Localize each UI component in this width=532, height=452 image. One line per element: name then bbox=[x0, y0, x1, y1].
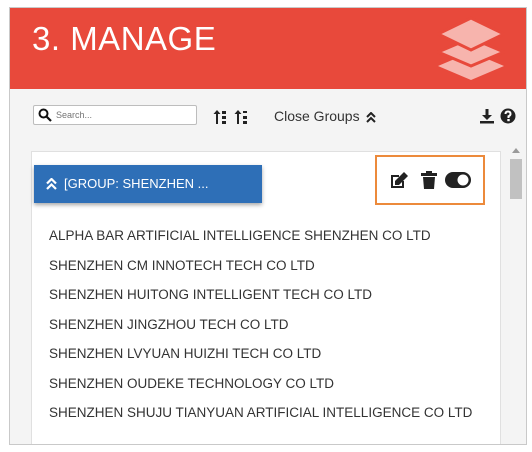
layers-icon bbox=[436, 16, 506, 80]
list-item[interactable]: SHENZHEN OUDEKE TECHNOLOGY CO LTD bbox=[49, 376, 489, 392]
toggle-icon[interactable] bbox=[445, 171, 471, 189]
scrollbar[interactable] bbox=[506, 143, 526, 444]
search-input[interactable] bbox=[56, 107, 191, 123]
group-content: [GROUP: SHENZHEN ... ALPHA BAR ARTIFICIA… bbox=[31, 151, 501, 444]
group-label: [GROUP: SHENZHEN ... bbox=[64, 176, 209, 191]
company-list: ALPHA BAR ARTIFICIAL INTELLIGENCE SHENZH… bbox=[49, 228, 489, 435]
list-item[interactable]: SHENZHEN LVYUAN HUIZHI TECH CO LTD bbox=[49, 346, 489, 362]
panel-title: 3. MANAGE bbox=[32, 20, 217, 57]
double-chevron-up-icon bbox=[46, 178, 57, 190]
scroll-up-icon[interactable] bbox=[512, 147, 520, 153]
list-item[interactable]: SHENZHEN SHUJU TIANYUAN ARTIFICIAL INTEL… bbox=[49, 405, 489, 421]
sort-desc-icon[interactable] bbox=[234, 109, 248, 125]
close-groups-button[interactable]: Close Groups bbox=[274, 108, 377, 124]
group-header-button[interactable]: [GROUP: SHENZHEN ... bbox=[34, 165, 262, 203]
help-icon[interactable] bbox=[500, 108, 516, 124]
scrollbar-thumb[interactable] bbox=[510, 159, 522, 199]
download-icon[interactable] bbox=[479, 108, 495, 124]
toolbar: Close Groups bbox=[10, 89, 526, 143]
manage-panel: 3. MANAGE Close Groups bbox=[9, 7, 527, 445]
list-item[interactable]: SHENZHEN HUITONG INTELLIGENT TECH CO LTD bbox=[49, 287, 489, 303]
list-item[interactable]: SHENZHEN JINGZHOU TECH CO LTD bbox=[49, 317, 489, 333]
list-item[interactable]: SHENZHEN CM INNOTECH TECH CO LTD bbox=[49, 258, 489, 274]
double-chevron-up-icon bbox=[366, 111, 377, 123]
edit-icon[interactable] bbox=[389, 171, 409, 189]
trash-icon[interactable] bbox=[421, 171, 437, 189]
sort-asc-icon[interactable] bbox=[213, 109, 227, 125]
search-box[interactable] bbox=[33, 105, 197, 125]
list-item[interactable]: ALPHA BAR ARTIFICIAL INTELLIGENCE SHENZH… bbox=[49, 228, 489, 244]
panel-header: 3. MANAGE bbox=[10, 8, 526, 89]
group-actions bbox=[375, 155, 485, 205]
search-icon bbox=[38, 108, 52, 122]
close-groups-label: Close Groups bbox=[274, 108, 360, 124]
